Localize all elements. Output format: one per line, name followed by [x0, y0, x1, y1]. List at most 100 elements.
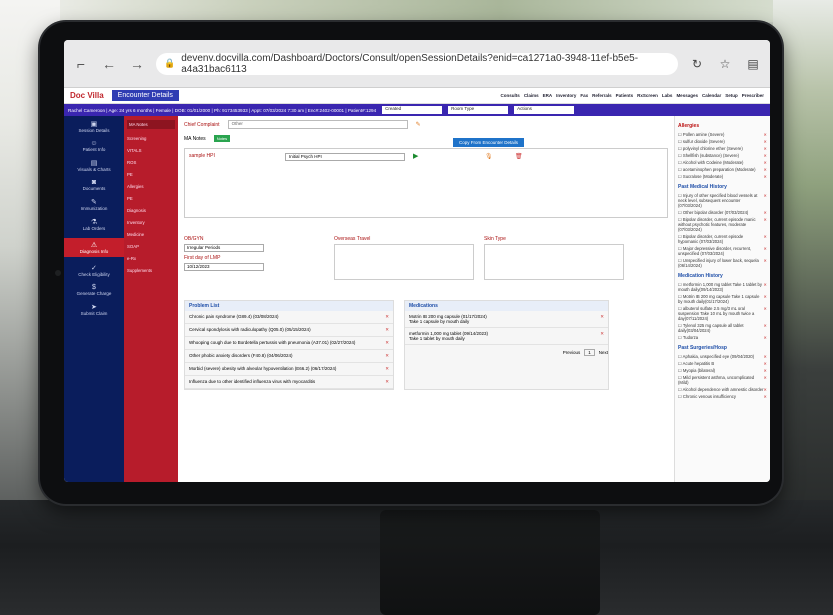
remove-icon[interactable]: ✕ [763, 174, 767, 179]
remove-icon[interactable]: ✕ [385, 314, 389, 320]
subnav-item[interactable]: Allergies [127, 184, 175, 189]
leftnav-item[interactable]: ✎ Immunization [81, 198, 108, 211]
remove-icon[interactable]: ✕ [763, 153, 767, 158]
sidebar-list-item: ☐ Unspecified injury of lower back, sequ… [678, 257, 767, 269]
leftnav-item[interactable]: ⚗ Lab Orders [83, 218, 106, 231]
notes-button[interactable]: Notes [213, 135, 231, 142]
topnav-item[interactable]: Setup [725, 93, 738, 98]
subnav-item[interactable]: ROS [127, 160, 175, 165]
remove-icon[interactable]: ✕ [763, 160, 767, 165]
edit-icon[interactable]: ✎ [416, 121, 421, 128]
overseas-textarea[interactable] [334, 244, 474, 280]
menu-icon[interactable]: ▤ [744, 57, 762, 71]
previous-button[interactable]: Previous [563, 350, 581, 355]
medication-sig: Take 1 tablet by mouth daily [409, 336, 465, 341]
sidebar-list-item: ☐ Chronic venous insufficiency ✕ [678, 393, 767, 400]
topnav-item[interactable]: Fax [580, 93, 588, 98]
subnav-item[interactable]: SOAP [127, 244, 175, 249]
topnav-item[interactable]: Inventory [556, 93, 576, 98]
chief-complaint-input[interactable]: Other [227, 120, 408, 129]
topnav-item[interactable]: Calendar [702, 93, 721, 98]
topnav-item[interactable]: Referrals [592, 93, 612, 98]
remove-icon[interactable]: ✕ [763, 193, 767, 208]
remove-icon[interactable]: ✕ [763, 246, 767, 256]
subnav-item[interactable]: VITALS [127, 148, 175, 153]
remove-icon[interactable]: ✕ [385, 327, 389, 333]
topnav-item[interactable]: Prescriber [742, 93, 764, 98]
remove-icon[interactable]: ✕ [763, 335, 767, 340]
leftnav-item[interactable]: ▣ Session Details [78, 120, 109, 133]
remove-icon[interactable]: ✕ [763, 368, 767, 373]
lmp-input[interactable]: 10/12/2023 [184, 263, 264, 271]
play-icon[interactable]: ▶ [413, 152, 418, 160]
topnav-item[interactable]: RxScreen [637, 93, 658, 98]
status-select[interactable]: Created [382, 106, 443, 114]
back-icon[interactable]: ← [100, 56, 118, 72]
subnav-item[interactable]: Medicine [127, 232, 175, 237]
leftnav-item[interactable]: ✓ Check Eligibility [78, 264, 110, 277]
remove-icon[interactable]: ✕ [600, 314, 604, 324]
leftnav-item[interactable]: ⚠ Diagnosis Info [64, 238, 124, 257]
topnav-item[interactable]: Claims [524, 93, 539, 98]
leftnav-item[interactable]: ▤ Visuals & Charts [77, 159, 110, 172]
address-bar[interactable]: 🔒 devenv.docvilla.com/Dashboard/Doctors/… [156, 52, 678, 75]
room-select[interactable]: Room Type [448, 106, 509, 114]
remove-icon[interactable]: ✕ [385, 340, 389, 346]
remove-icon[interactable]: ✕ [763, 210, 767, 215]
reload-icon[interactable]: ↻ [688, 57, 706, 71]
leftnav-item[interactable]: ☺ Patient Info [83, 140, 106, 152]
remove-icon[interactable]: ✕ [763, 234, 767, 244]
subnav-item[interactable]: Supplements [127, 268, 175, 273]
subnav-item[interactable]: Inventory [127, 220, 175, 225]
hpi-select[interactable]: Initial Psych HPI [285, 153, 405, 161]
remove-icon[interactable]: ✕ [763, 217, 767, 232]
remove-icon[interactable]: ✕ [385, 379, 389, 385]
remove-icon[interactable]: ✕ [763, 306, 767, 321]
remove-icon[interactable]: ✕ [763, 132, 767, 137]
subnav-item[interactable]: Screening [127, 136, 175, 141]
topnav-item[interactable]: Patients [616, 93, 634, 98]
subnav-item[interactable]: PE [127, 196, 175, 201]
actions-select[interactable]: Actions [514, 106, 575, 114]
topnav-item[interactable]: ERA [543, 93, 553, 98]
delete-icon[interactable]: 🗑 [515, 153, 523, 160]
topnav-item[interactable]: Labs [662, 93, 673, 98]
remove-icon[interactable]: ✕ [385, 353, 389, 359]
remove-icon[interactable]: ✕ [385, 366, 389, 372]
star-icon[interactable]: ☆ [716, 57, 734, 71]
topnav-item[interactable]: Messages [676, 93, 698, 98]
remove-icon[interactable]: ✕ [763, 375, 767, 385]
sidebar-list-item: ☐ Bipolar disorder, current episode hypo… [678, 233, 767, 245]
subnav-item[interactable]: Diagnosis [127, 208, 175, 213]
copy-encounter-button[interactable]: Copy From Encounter Details [452, 138, 524, 147]
tabs-icon[interactable]: ⌐ [72, 56, 90, 72]
remove-icon[interactable]: ✕ [763, 361, 767, 366]
leftnav-item[interactable]: $ Generate Charge [77, 284, 112, 296]
remove-icon[interactable]: ✕ [763, 323, 767, 333]
leftnav-item[interactable]: ➤ Submit Claim [81, 303, 108, 316]
subnav-item[interactable]: PE [127, 172, 175, 177]
mic-icon[interactable]: 🎙 [485, 153, 493, 160]
subnav-item[interactable]: e-Rx [127, 256, 175, 261]
remove-icon[interactable]: ✕ [763, 146, 767, 151]
remove-icon[interactable]: ✕ [763, 258, 767, 268]
topnav-item[interactable]: Consults [501, 93, 520, 98]
forward-icon[interactable]: → [128, 56, 146, 72]
sidebar-item-text: ☐ Shellfish (substance) (Severe) [678, 153, 740, 158]
remove-icon[interactable]: ✕ [600, 331, 604, 341]
page-number[interactable]: 1 [584, 349, 595, 356]
remove-icon[interactable]: ✕ [763, 167, 767, 172]
remove-icon[interactable]: ✕ [763, 139, 767, 144]
subnav-item[interactable]: MA Notes [127, 120, 175, 129]
medhist-list: ☐ metformin 1,000 mg tablet Take 1 table… [678, 281, 767, 341]
remove-icon[interactable]: ✕ [763, 282, 767, 292]
leftnav-item[interactable]: ◙ Documents [83, 179, 106, 191]
problem-list-panel: Problem List Chronic pain syndrome (G89.… [184, 300, 394, 390]
remove-icon[interactable]: ✕ [763, 354, 767, 359]
remove-icon[interactable]: ✕ [763, 394, 767, 399]
skin-textarea[interactable] [484, 244, 624, 280]
next-button[interactable]: Next [599, 350, 608, 355]
obgyn-select[interactable]: Irregular Periods [184, 244, 264, 252]
remove-icon[interactable]: ✕ [763, 294, 767, 304]
remove-icon[interactable]: ✕ [763, 387, 767, 392]
